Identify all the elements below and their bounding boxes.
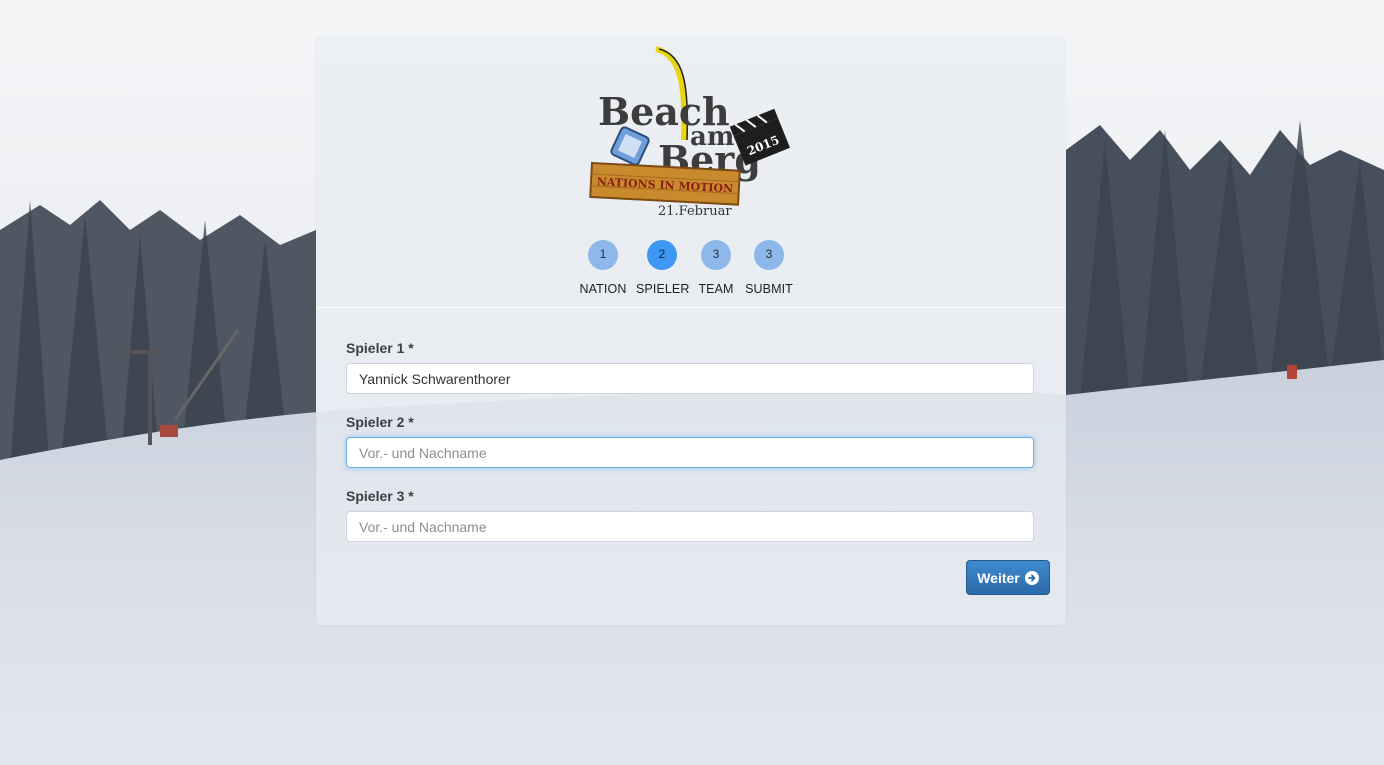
step-number: 2	[647, 240, 677, 270]
step-label: SPIELER	[636, 282, 690, 296]
player2-input[interactable]	[346, 437, 1034, 468]
step-number: 3	[701, 240, 731, 270]
registration-card: Beach am Berg NATIONS IN MOTION 21.Febru…	[316, 37, 1066, 625]
step-team[interactable]: 3 TEAM	[696, 240, 736, 296]
player1-input[interactable]	[346, 363, 1034, 394]
step-number: 1	[588, 240, 618, 270]
beach-am-berg-logo: Beach am Berg NATIONS IN MOTION 21.Febru…	[586, 45, 796, 225]
arrow-circle-right-icon	[1024, 570, 1039, 585]
step-nation[interactable]: 1 NATION	[578, 240, 628, 296]
step-label: SUBMIT	[745, 282, 793, 296]
player3-label: Spieler 3 *	[346, 488, 414, 504]
player3-input[interactable]	[346, 511, 1034, 542]
step-indicator: 1 NATION 2 SPIELER 3 TEAM 3 SUBMIT	[316, 240, 1066, 300]
step-label: TEAM	[698, 282, 734, 296]
step-spieler[interactable]: 2 SPIELER	[636, 240, 690, 296]
step-submit[interactable]: 3 SUBMIT	[744, 240, 794, 296]
logo-date: 21.Februar	[658, 204, 732, 219]
step-label: NATION	[579, 282, 627, 296]
next-button-label: Weiter	[977, 569, 1020, 586]
player2-label: Spieler 2 *	[346, 414, 414, 430]
next-button[interactable]: Weiter	[966, 560, 1050, 595]
step-number: 3	[754, 240, 784, 270]
card-header: Beach am Berg NATIONS IN MOTION 21.Febru…	[316, 37, 1066, 308]
player1-label: Spieler 1 *	[346, 340, 414, 356]
